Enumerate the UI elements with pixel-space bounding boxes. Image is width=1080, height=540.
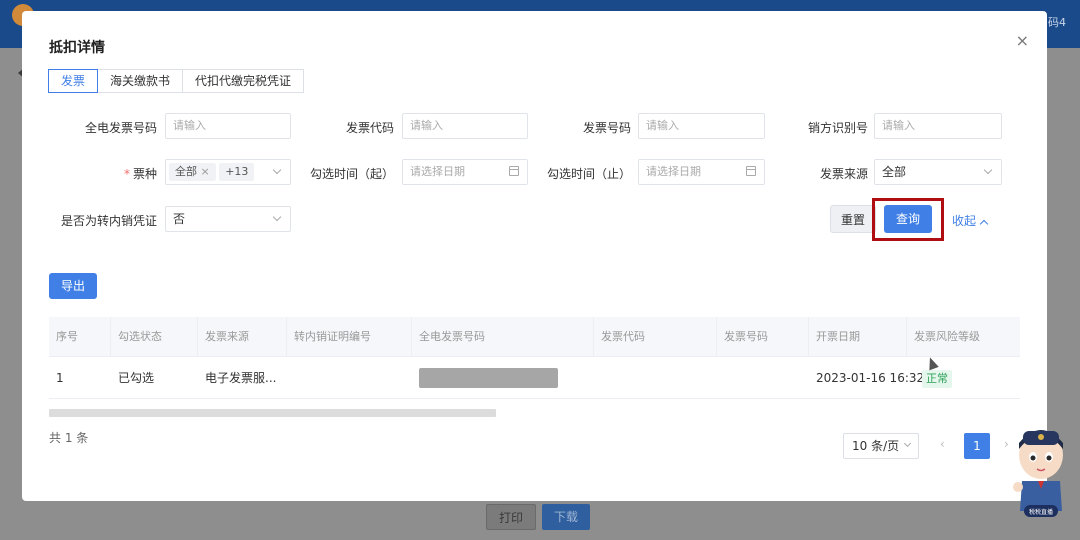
full-invoice-no-label: 全电发票号码: [84, 121, 157, 135]
is-transfer-out-select[interactable]: 否: [165, 206, 291, 232]
mascot-badge-text: 税税直播: [1029, 508, 1053, 516]
horizontal-scrollbar[interactable]: [49, 409, 496, 417]
collapse-link[interactable]: 收起: [952, 212, 989, 229]
deduction-detail-dialog: 抵扣详情 × 发票 海关缴款书 代扣代缴完税凭证 全电发票号码 请输入 发票代码…: [22, 11, 1047, 501]
invoice-code-label: 发票代码: [345, 121, 394, 135]
select-time-end-placeholder: 请选择日期: [646, 165, 701, 178]
ticket-type-label-text: 票种: [132, 167, 157, 181]
invoice-source-value: 全部: [882, 165, 907, 179]
page-size-value: 10 条/页: [852, 439, 900, 453]
is-transfer-out-value: 否: [173, 212, 186, 226]
calendar-icon: [509, 166, 519, 176]
column-header[interactable]: 发票号码: [717, 317, 809, 357]
reset-button[interactable]: 重置: [830, 205, 876, 233]
table-row[interactable]: 1 已勾选 电子发票服... 2023-01-16 16:32 正常: [49, 357, 1020, 399]
invoice-source-label: 发票来源: [819, 167, 868, 181]
export-button[interactable]: 导出: [49, 273, 97, 299]
collapse-label: 收起: [952, 214, 977, 228]
required-mark: *: [123, 167, 130, 181]
calendar-icon: [746, 166, 756, 176]
chevron-down-icon: [983, 165, 993, 175]
prev-page-button[interactable]: ‹: [940, 437, 945, 451]
redacted-invoice-number: [419, 368, 558, 388]
column-header[interactable]: 发票代码: [594, 317, 717, 357]
mascot-illustration: 税税直播: [1013, 430, 1063, 517]
download-button[interactable]: 下载: [542, 504, 591, 530]
is-transfer-out-label: 是否为转内销凭证: [60, 214, 157, 228]
column-header[interactable]: 发票来源: [198, 317, 287, 357]
seller-tax-id-input[interactable]: 请输入: [874, 113, 1002, 139]
page-size-select[interactable]: 10 条/页: [843, 433, 919, 459]
print-button[interactable]: 打印: [486, 504, 537, 530]
chevron-up-icon: [979, 219, 989, 229]
background-actions: 打印 下载: [486, 504, 591, 530]
query-button[interactable]: 查询: [884, 205, 932, 233]
select-time-start-placeholder: 请选择日期: [410, 165, 465, 178]
cell-source: 电子发票服...: [205, 371, 277, 385]
chevron-down-icon: [272, 165, 282, 175]
ticket-type-tag-label: 全部: [175, 165, 197, 178]
chevron-down-icon: [903, 439, 912, 448]
invoice-source-select[interactable]: 全部: [874, 159, 1002, 185]
column-header[interactable]: 转内销证明编号: [287, 317, 412, 357]
cell-select-status: 已勾选: [118, 371, 155, 385]
next-page-button[interactable]: ›: [1004, 437, 1009, 451]
seller-tax-id-label: 销方识别号: [807, 121, 868, 135]
cell-issue-date: 2023-01-16 16:32: [816, 371, 925, 385]
chevron-down-icon: [272, 212, 282, 222]
invoice-table: 序号 勾选状态 发票来源 转内销证明编号 全电发票号码 发票代码 发票号码 开票…: [49, 317, 1020, 417]
select-time-end-input[interactable]: 请选择日期: [638, 159, 765, 185]
tab-customs-payment[interactable]: 海关缴款书: [97, 69, 184, 93]
column-header[interactable]: 开票日期: [809, 317, 907, 357]
total-count: 共 1 条: [49, 431, 89, 445]
cell-index: 1: [56, 371, 64, 385]
select-time-start-label: 勾选时间（起）: [309, 167, 394, 181]
tab-invoice[interactable]: 发票: [48, 69, 99, 93]
select-time-end-label: 勾选时间（止）: [546, 167, 631, 181]
dialog-title: 抵扣详情: [49, 40, 105, 56]
ticket-type-label: * 票种: [124, 165, 157, 182]
column-header[interactable]: 发票风险等级: [907, 317, 1020, 357]
select-time-start-input[interactable]: 请选择日期: [402, 159, 528, 185]
invoice-no-label: 发票号码: [582, 121, 631, 135]
close-icon[interactable]: ×: [1016, 31, 1029, 50]
tag-close-icon[interactable]: ×: [201, 165, 210, 178]
page-1-button[interactable]: 1: [964, 433, 990, 459]
header-corner-text: 码4: [1048, 16, 1066, 29]
status-badge: 正常: [922, 370, 952, 388]
invoice-no-input[interactable]: 请输入: [638, 113, 765, 139]
ticket-type-select[interactable]: 全部 × +13: [165, 159, 291, 185]
full-invoice-no-input[interactable]: 请输入: [165, 113, 291, 139]
column-header[interactable]: 序号: [49, 317, 111, 357]
column-header[interactable]: 勾选状态: [111, 317, 198, 357]
tab-withholding-certificate[interactable]: 代扣代缴完税凭证: [182, 69, 305, 93]
invoice-code-input[interactable]: 请输入: [402, 113, 528, 139]
ticket-type-tag: 全部 ×: [169, 163, 216, 181]
table-header: 序号 勾选状态 发票来源 转内销证明编号 全电发票号码 发票代码 发票号码 开票…: [49, 317, 1020, 357]
tab-bar: 发票 海关缴款书 代扣代缴完税凭证: [48, 69, 305, 93]
ticket-type-more-tag: +13: [219, 163, 255, 181]
column-header[interactable]: 全电发票号码: [412, 317, 594, 357]
